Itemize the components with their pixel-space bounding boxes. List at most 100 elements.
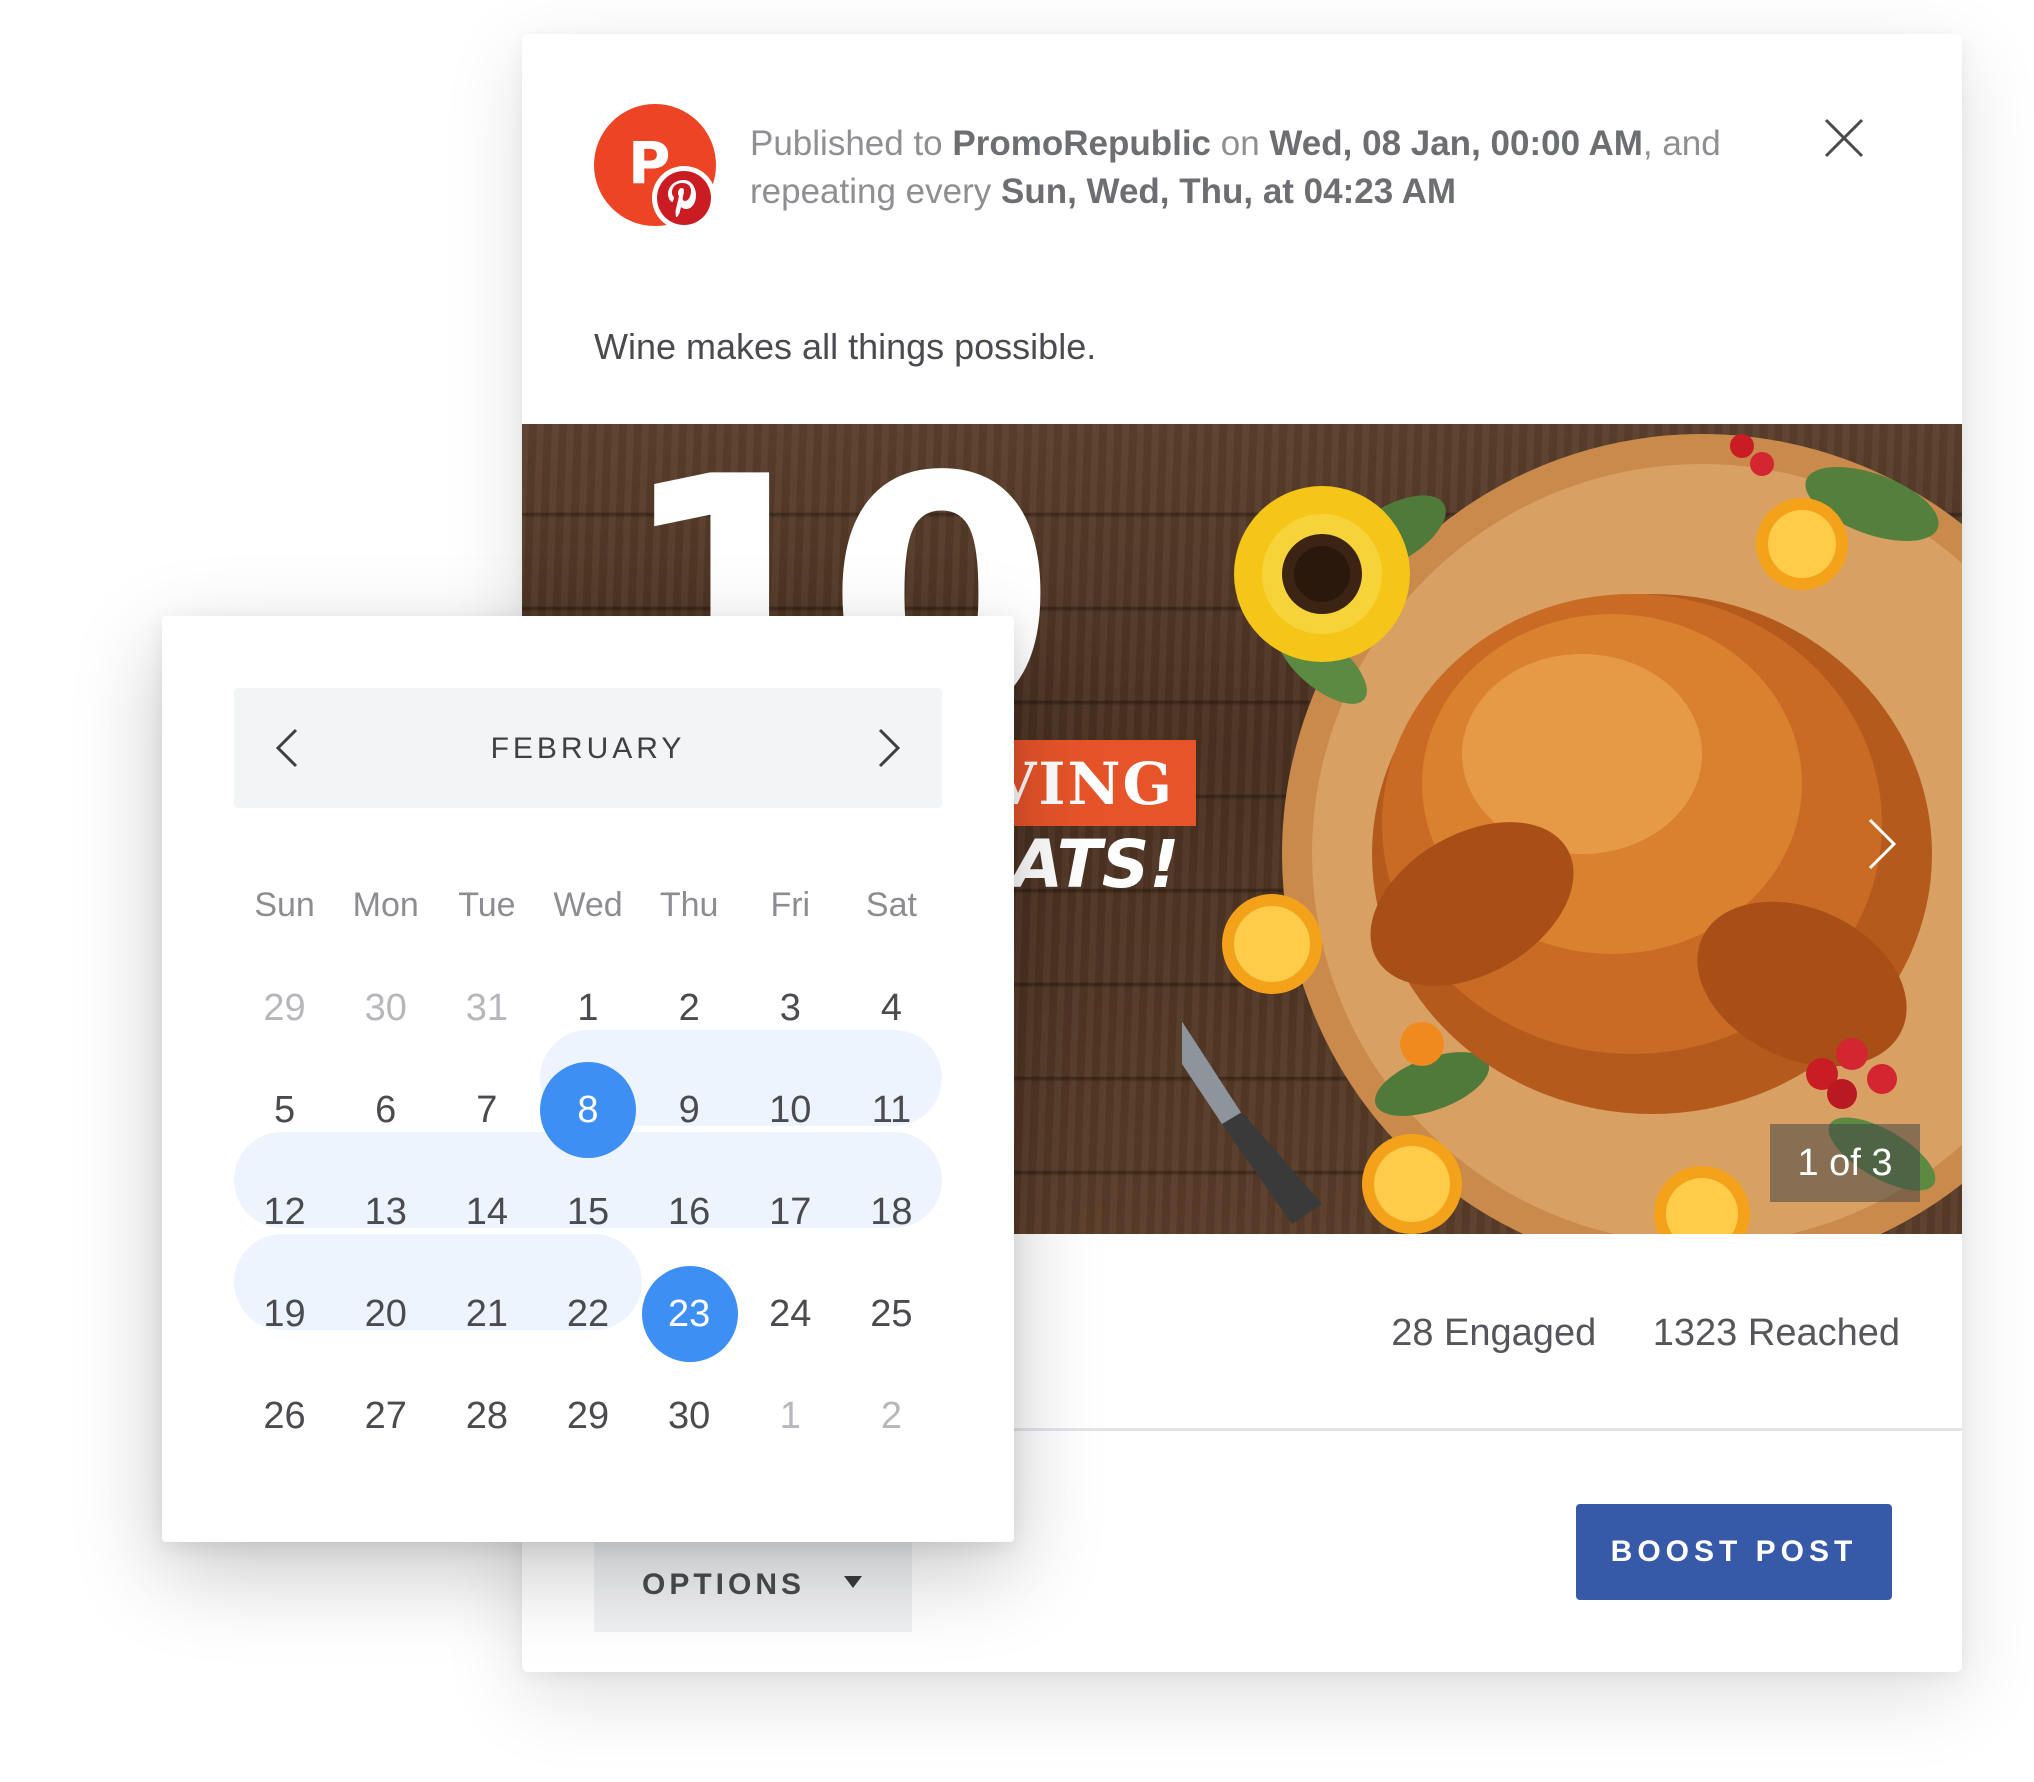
calendar-day-number: 29 <box>263 987 306 1029</box>
calendar-day[interactable]: 14 <box>436 1161 537 1263</box>
calendar-day[interactable]: 29 <box>537 1365 638 1467</box>
calendar-day[interactable]: 15 <box>537 1161 638 1263</box>
calendar-day-number: 10 <box>769 1089 812 1131</box>
image-white-text: ATS! <box>1012 826 1180 903</box>
calendar-day-number: 24 <box>769 1293 812 1335</box>
calendar-day-number: 5 <box>274 1089 296 1131</box>
calendar-day-number: 23 <box>667 1293 711 1335</box>
account-name[interactable]: PromoRepublic <box>952 124 1211 163</box>
calendar-day-number: 3 <box>779 987 801 1029</box>
calendar-day[interactable]: 1 <box>740 1365 841 1467</box>
calendar-day-number: 16 <box>667 1191 711 1233</box>
engaged-count: 28 Engaged <box>1391 1312 1597 1354</box>
calendar-day[interactable]: 13 <box>335 1161 436 1263</box>
calendar-day[interactable]: 5 <box>234 1059 335 1161</box>
weekday-label: Sat <box>865 886 917 924</box>
repeat-schedule: Sun, Wed, Thu, at 04:23 AM <box>1000 172 1457 211</box>
calendar-day[interactable]: 11 <box>841 1059 942 1161</box>
calendar-day-number: 2 <box>678 987 700 1029</box>
calendar-day[interactable]: 25 <box>841 1263 942 1365</box>
calendar-day[interactable]: 22 <box>537 1263 638 1365</box>
weekday-label: Wed <box>553 886 623 924</box>
slide-counter: 1 of 3 <box>1770 1124 1920 1202</box>
post-stats: 28 Engaged 1323 Reached <box>1345 1312 1900 1355</box>
close-icon[interactable] <box>1822 116 1866 160</box>
publish-and: , and <box>1642 124 1721 163</box>
calendar-day[interactable]: 2 <box>841 1365 942 1467</box>
calendar-day-number: 29 <box>566 1395 610 1437</box>
calendar-day-number: 25 <box>870 1293 913 1335</box>
calendar-week-row: 29 30 31 1 2 3 4 <box>234 957 942 1059</box>
calendar-header: FEBRUARY <box>234 688 942 808</box>
calendar-day[interactable]: 29 <box>234 957 335 1059</box>
calendar-day[interactable]: 24 <box>740 1263 841 1365</box>
calendar-day-number: 15 <box>566 1191 610 1233</box>
calendar-day[interactable]: 9 <box>639 1059 740 1161</box>
calendar-day-selected[interactable]: 23 <box>639 1263 740 1365</box>
calendar-day[interactable]: 17 <box>740 1161 841 1263</box>
calendar-day-number: 26 <box>263 1395 306 1437</box>
calendar-day-number: 30 <box>364 987 407 1029</box>
slide-next-icon[interactable] <box>1862 814 1902 874</box>
calendar-day[interactable]: 19 <box>234 1263 335 1365</box>
repeat-prefix: repeating every <box>750 172 1001 211</box>
weekday-label: Thu <box>659 886 719 924</box>
calendar-day-number: 28 <box>465 1395 508 1437</box>
calendar-month: FEBRUARY <box>490 732 686 765</box>
calendar-day-number: 21 <box>465 1293 508 1335</box>
calendar-day-number: 11 <box>871 1089 912 1131</box>
boost-post-button[interactable]: BOOST POST <box>1576 1504 1892 1600</box>
calendar-week-row: 12 13 14 15 16 17 18 <box>234 1161 942 1263</box>
calendar-day[interactable]: 18 <box>841 1161 942 1263</box>
chevron-right-icon[interactable] <box>862 722 912 774</box>
calendar-week-row: 19 20 21 22 23 24 25 <box>234 1263 942 1365</box>
calendar-day-number: 1 <box>577 987 599 1029</box>
stage: P Published to PromoRepublic on Wed, 08 … <box>0 0 2034 1782</box>
calendar-day[interactable]: 31 <box>436 957 537 1059</box>
calendar-day-number: 8 <box>577 1089 599 1131</box>
calendar-day[interactable]: 2 <box>639 957 740 1059</box>
calendar-day[interactable]: 30 <box>335 957 436 1059</box>
calendar-day[interactable]: 12 <box>234 1161 335 1263</box>
calendar-day-number: 17 <box>769 1191 812 1233</box>
calendar-day[interactable]: 20 <box>335 1263 436 1365</box>
calendar-day[interactable]: 10 <box>740 1059 841 1161</box>
calendar-day[interactable]: 1 <box>537 957 638 1059</box>
calendar-day-number: 19 <box>263 1293 306 1335</box>
calendar-day-selected[interactable]: 8 <box>537 1059 638 1161</box>
calendar-week-row: 5 6 7 8 9 10 11 <box>234 1059 942 1161</box>
post-text: Wine makes all things possible. <box>594 326 1097 367</box>
date-picker: FEBRUARY Sun Mon Tue Wed Thu Fri Sat 29 30 31 1 2 3… <box>162 616 1014 1542</box>
options-button[interactable]: OPTIONS <box>594 1536 912 1632</box>
calendar-day[interactable]: 16 <box>639 1161 740 1263</box>
calendar-day[interactable]: 27 <box>335 1365 436 1467</box>
calendar-day-number: 18 <box>870 1191 913 1233</box>
calendar-day[interactable]: 26 <box>234 1365 335 1467</box>
calendar-day[interactable]: 6 <box>335 1059 436 1161</box>
publish-prefix: Published to <box>750 124 953 163</box>
calendar-day[interactable]: 30 <box>639 1365 740 1467</box>
calendar-day-number: 12 <box>263 1191 306 1233</box>
calendar-day-number: 2 <box>880 1395 902 1437</box>
weekday-label: Tue <box>458 886 516 924</box>
calendar-day-number: 30 <box>667 1395 711 1437</box>
calendar-day[interactable]: 28 <box>436 1365 537 1467</box>
calendar-grid: 29 30 31 1 2 3 4 5 6 7 8 9 10 11 12 13 14 15 16 17 18 19 20 21 2… <box>234 957 942 1467</box>
caret-down-icon <box>844 1576 862 1588</box>
weekday-label: Sun <box>254 886 315 924</box>
calendar-day[interactable]: 21 <box>436 1263 537 1365</box>
image-orange-text: VING <box>991 750 1174 818</box>
calendar-day[interactable]: 7 <box>436 1059 537 1161</box>
calendar-day-number: 1 <box>779 1395 801 1437</box>
calendar-day[interactable]: 4 <box>841 957 942 1059</box>
weekday-header: Sun Mon Tue Wed Thu Fri Sat <box>234 886 942 925</box>
options-label: OPTIONS <box>642 1568 806 1601</box>
pinterest-icon <box>652 166 716 230</box>
calendar-day[interactable]: 3 <box>740 957 841 1059</box>
publish-info: Published to PromoRepublic on Wed, 08 Ja… <box>750 120 1750 216</box>
publish-on: on <box>1211 124 1270 163</box>
calendar-day-number: 27 <box>364 1395 407 1437</box>
calendar-day-number: 20 <box>364 1293 407 1335</box>
calendar-day-number: 7 <box>476 1089 498 1131</box>
calendar-week-row: 26 27 28 29 30 1 2 <box>234 1365 942 1467</box>
